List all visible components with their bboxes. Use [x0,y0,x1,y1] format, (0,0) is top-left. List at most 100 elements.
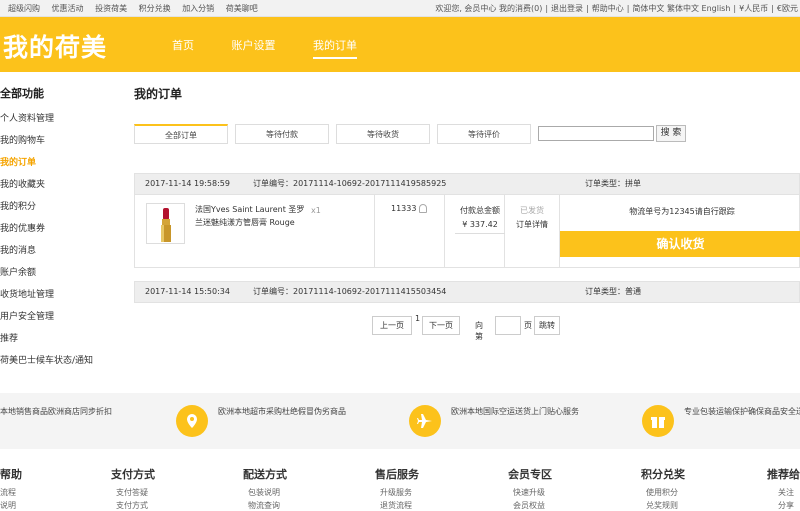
order-type: 订单类型：普通 [585,287,641,296]
nav-account-settings[interactable]: 账户设置 [232,37,276,57]
lang-english-link[interactable]: English [702,4,731,13]
member-center-link[interactable]: 会员中心 [464,4,496,13]
order-total: 付款总金额 ¥ 337.42 [455,204,505,234]
gift-icon [642,405,674,437]
top-link-chat[interactable]: 荷美聊吧 [226,4,258,13]
status-text: 已发货 [520,206,544,215]
footer-link[interactable]: 快速升级 [513,487,545,498]
location-pin-icon [176,405,208,437]
sidebar-item-orders[interactable]: 我的订单 [0,152,130,174]
currency-rmb-link[interactable]: ¥人民币 [739,4,768,13]
order-detail-link[interactable]: 订单详情 [513,218,551,232]
logout-link[interactable]: 退出登录 [551,4,583,13]
sidebar-item-coupons[interactable]: 我的优惠券 [0,218,130,240]
product-quantity: x1 [311,206,321,215]
footer-link[interactable]: 使用积分 [646,487,678,498]
footer-col-payment: 支付方式 [111,468,155,481]
currency-eur-link[interactable]: €欧元 [777,4,798,13]
page-title: 我的订单 [134,87,183,101]
sidebar-item-messages[interactable]: 我的消息 [0,240,130,262]
airplane-icon [409,405,441,437]
site-logo[interactable]: 我的荷美 [3,28,107,64]
nav-my-orders[interactable]: 我的订单 [313,37,357,59]
footer-col-help: 帮助 [0,468,22,481]
sidebar-item-bus-status[interactable]: 荷美巴士候车状态/通知 [0,350,130,372]
lang-traditional-link[interactable]: 繁体中文 [667,4,699,13]
top-link-points-exchange[interactable]: 积分兑换 [139,4,171,13]
nav-home[interactable]: 首页 [172,37,194,57]
sidebar-item-cart[interactable]: 我的购物车 [0,130,130,152]
product-image[interactable] [146,203,185,244]
order-type: 订单类型：拼单 [585,179,641,188]
footer-link[interactable]: 关注 [778,487,794,498]
sidebar-title: 全部功能 [0,87,44,100]
jump-button[interactable]: 跳转 [534,316,560,335]
total-label: 付款总金额 [460,206,500,215]
lipstick-image [161,208,171,242]
welcome-text: 欢迎您, [435,4,462,13]
footer-link[interactable]: 升级服务 [380,487,412,498]
order-body: 法国Yves Saint Laurent 圣罗兰迷魅纯漾方管唇膏 Rouge x… [134,194,800,268]
footer-link[interactable]: 支付答疑 [116,487,148,498]
order-datetime: 2017-11-14 15:50:34 [145,287,230,296]
sidebar-item-favorites[interactable]: 我的收藏夹 [0,174,130,196]
buyer-id: 11333 [391,204,428,213]
sidebar-item-balance[interactable]: 账户余额 [0,262,130,284]
product-name[interactable]: 法国Yves Saint Laurent 圣罗兰迷魅纯漾方管唇膏 Rouge [195,203,305,229]
footer-link[interactable]: 包装说明 [248,487,280,498]
order-number: 订单编号：20171114-10692-20171114155​03454 [253,287,447,296]
current-page[interactable]: 1 [415,314,420,323]
footer-col-recommend: 推荐给 [767,468,800,481]
order-header: 2017-11-14 19:58:59 订单编号：20171114-10692-… [134,173,800,195]
top-link-distribution[interactable]: 加入分销 [182,4,214,13]
tab-awaiting-review[interactable]: 等待评价 [437,124,531,144]
top-bar: 超级闪购 优惠活动 投资荷美 积分兑换 加入分销 荷美聊吧 欢迎您, 会员中心 … [0,0,800,17]
top-link-flash-sale[interactable]: 超级闪购 [8,4,40,13]
order-status: 已发货 订单详情 [513,204,551,232]
sidebar-item-recommend[interactable]: 推荐 [0,328,130,350]
goto-prefix: 向第 [475,321,483,341]
tab-awaiting-payment[interactable]: 等待付款 [235,124,329,144]
order-header: 2017-11-14 15:50:34 订单编号：20171114-10692-… [134,281,800,303]
sidebar-item-points[interactable]: 我的积分 [0,196,130,218]
footer-col-delivery: 配送方式 [243,468,287,481]
sidebar: 全部功能 个人资料管理 我的购物车 我的订单 我的收藏夹 我的积分 我的优惠券 … [0,73,130,372]
lang-simplified-link[interactable]: 简体中文 [632,4,664,13]
footer-col-points: 积分兑奖 [641,468,685,481]
footer-links: 帮助 流程 说明 支付方式 支付答疑 支付方式 配送方式 包装说明 物流查询 售… [0,449,800,510]
order-tabs: 全部订单 等待付款 等待收货 等待评价 搜 索 [134,124,800,144]
feature-text: 欧洲本地国际空运送货上门贴心服务 [451,407,579,416]
feature-band: 本地销售商品欧洲商店同步折扣 欧洲本地超市采购杜绝假冒伪劣商品 欧洲本地国际空运… [0,393,800,449]
total-amount: ¥ 337.42 [455,218,505,234]
header: 我的荷美 首页 账户设置 我的订单 [0,17,800,72]
sidebar-item-security[interactable]: 用户安全管理 [0,306,130,328]
sidebar-item-addresses[interactable]: 收货地址管理 [0,284,130,306]
tab-all-orders[interactable]: 全部订单 [134,124,228,144]
order-datetime: 2017-11-14 19:58:59 [145,179,230,188]
order-search-input[interactable] [538,126,654,141]
goto-suffix: 页 [524,321,532,330]
product-cell: 法国Yves Saint Laurent 圣罗兰迷魅纯漾方管唇膏 Rouge x… [135,194,375,267]
footer-link[interactable]: 流程 [0,487,16,498]
main-content: 我的订单 全部订单 等待付款 等待收货 等待评价 搜 索 2017-11-14 … [134,73,800,341]
order-number: 订单编号：20171114-10692-20171114195859​25 [253,179,447,188]
footer-col-after-sales: 售后服务 [375,468,419,481]
sidebar-item-profile[interactable]: 个人资料管理 [0,108,130,130]
prev-page-button[interactable]: 上一页 [372,316,412,335]
tab-awaiting-receipt[interactable]: 等待收货 [336,124,430,144]
top-link-invest[interactable]: 投资荷美 [95,4,127,13]
top-links: 超级闪购 优惠活动 投资荷美 积分兑换 加入分销 荷美聊吧 [8,0,267,17]
feature-text: 专业包装运输保护确保商品安全送 [684,407,800,416]
confirm-receipt-button[interactable]: 确认收货 [560,231,800,257]
search-button[interactable]: 搜 索 [656,125,686,142]
goto-page-input[interactable] [495,316,521,335]
next-page-button[interactable]: 下一页 [422,316,460,335]
top-link-promotions[interactable]: 优惠活动 [52,4,84,13]
feature-text: 欧洲本地超市采购杜绝假冒伪劣商品 [218,407,346,416]
my-consumption-link[interactable]: 我的消费(0) [499,4,542,13]
help-center-link[interactable]: 帮助中心 [592,4,624,13]
main-nav: 首页 账户设置 我的订单 [172,37,391,59]
tracking-info: 物流单号为12345请自行跟踪 [629,207,735,216]
footer-col-members: 会员专区 [508,468,552,481]
feature-text: 本地销售商品欧洲商店同步折扣 [0,407,112,416]
